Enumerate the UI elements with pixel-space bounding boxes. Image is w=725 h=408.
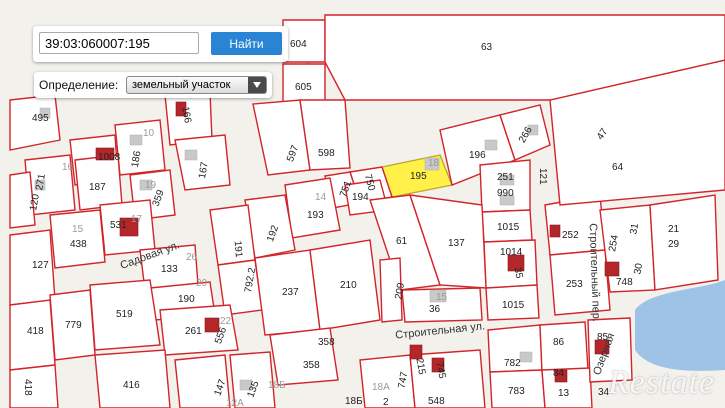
parcel-label: 196 [469,150,486,161]
parcel-label: 127 [32,260,49,271]
search-panel: Найти [33,26,288,62]
parcel-label: 253 [566,279,583,290]
parcel-label: 418 [27,326,44,337]
parcel-label: 195 [410,171,427,182]
parcel-label: 237 [282,287,299,298]
building [409,344,423,360]
parcel-label: 133 [161,264,178,275]
watermark-logo: Restate [608,364,716,401]
parcel-label: 19 [145,180,157,191]
parcel-193[interactable] [284,177,341,239]
parcel-label: 18Б [268,380,286,391]
parcel-label: 187 [89,182,106,193]
parcel-label: 137 [448,238,465,249]
parcel-label: 438 [70,239,87,250]
parcel-label: 22 [220,316,232,327]
parcel-label: 1008 [98,152,121,163]
parcel-label: 18 [428,158,440,169]
parcel-label: 86 [553,337,565,348]
parcel-label: 418 [22,379,33,396]
parcel-label: 13 [558,388,570,399]
building [484,139,498,151]
parcel-label: 84 [553,368,565,379]
parcel-label: 14 [315,192,327,203]
parcel-label: 1015 [502,300,525,311]
parcel-label: 16 [62,162,74,173]
chevron-down-icon[interactable] [248,77,266,93]
parcel-label: 605 [295,82,312,93]
definition-selected-value: земельный участок [132,79,231,91]
parcel-label: 36 [429,304,441,315]
building [184,149,198,161]
parcel-label: 531 [110,220,127,231]
parcel-label: 10 [143,128,155,139]
parcel-21-29[interactable] [649,194,719,291]
parcel-label: 191 [232,240,244,258]
parcel-label: 190 [178,294,195,305]
parcel-label: 194 [352,192,369,203]
parcel-label: 121 [537,168,548,185]
parcel-label: 748 [616,277,633,288]
parcel-label: 416 [123,380,140,391]
definition-label: Определение: [39,78,119,92]
parcel-label: 261 [185,326,202,337]
parcel-label: 193 [307,210,324,221]
parcel-label: 779 [65,320,82,331]
lake [635,280,725,371]
find-button[interactable]: Найти [211,32,282,55]
parcel-label: 2 [383,397,389,408]
parcel-label: 598 [318,148,335,159]
parcel-label: 12А [226,398,244,408]
parcel-label: 358 [318,337,335,348]
parcel-label: 604 [290,39,307,50]
parcel-label: 358 [303,360,320,371]
building [604,261,620,277]
parcel-label: 63 [481,42,493,53]
street-label-stroitelnaya: Строительная ул. [395,320,486,341]
parcel-label: 26 [186,252,198,263]
parcel-label: 782 [504,358,521,369]
parcel-label: 1015 [497,222,520,233]
cadastral-number-input[interactable] [39,32,199,54]
parcel-label: 252 [562,230,579,241]
parcel-label: 21 [668,224,680,235]
building [549,224,561,238]
parcel-label: 15 [72,224,84,235]
parcel-418b[interactable] [9,364,59,408]
parcel-label: 495 [32,113,49,124]
parcel-416[interactable] [94,349,171,408]
parcel-label: 61 [396,236,408,247]
parcel-label: 15 [436,292,448,303]
definition-panel: Определение: земельный участок [34,72,272,98]
definition-select[interactable]: земельный участок [126,76,267,94]
parcel-label: 20 [196,278,208,289]
parcel-label: 17 [131,214,143,225]
building [129,134,143,146]
parcel-label: 18Б [345,396,363,407]
parcel-label: 1014 [500,247,523,258]
building [519,351,533,363]
parcel-label: 783 [508,386,525,397]
parcel-label: 29 [668,239,680,250]
parcel-label: 18А [372,382,390,393]
parcel-label: 548 [428,396,445,407]
parcel-label: 210 [340,280,357,291]
parcel-label: 251 [497,172,514,183]
parcel-191[interactable] [209,204,256,266]
parcel-label: 519 [116,309,133,320]
parcel-label: 990 [497,188,514,199]
parcel-label: 64 [612,162,624,173]
